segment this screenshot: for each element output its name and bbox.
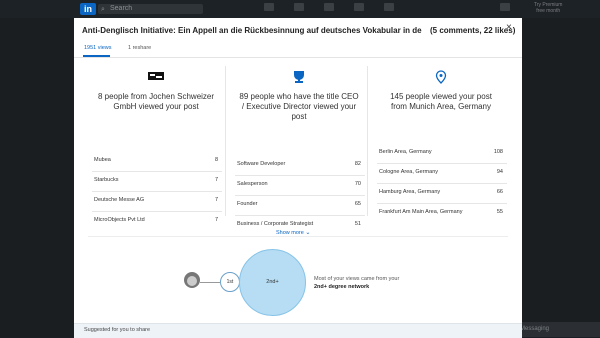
title-headline: 89 people who have the title CEO / Execu… — [239, 92, 359, 121]
list-item-label: Salesperson — [237, 181, 268, 187]
list-item: Hamburg Area, Germany 66 — [377, 184, 507, 204]
work-grid-icon[interactable] — [500, 3, 510, 11]
search-placeholder: Search — [110, 5, 133, 12]
list-item-value: 55 — [496, 209, 503, 215]
tab-views[interactable]: 1951 views — [84, 45, 112, 51]
list-item: Software Developer 82 — [235, 156, 365, 176]
location-headline: 145 people viewed your post from Munich … — [390, 92, 492, 111]
title-list: Software Developer 82 Salesperson 70 Found… — [235, 156, 365, 235]
company-list: Mubea 8 Starbucks 7 Deutsche Messe AG 7 Mic… — [92, 152, 222, 231]
company-headline: 8 people from Jochen Schweizer GmbH view… — [97, 92, 215, 111]
list-item: Founder 65 — [235, 196, 365, 216]
list-item-label: Starbucks — [94, 177, 119, 183]
show-more-button[interactable]: Show more ⌄ — [276, 229, 310, 236]
list-item-label: Software Developer — [237, 161, 286, 167]
list-item: Cologne Area, Germany 94 — [377, 164, 507, 184]
list-item: Starbucks 7 — [92, 172, 222, 192]
top-nav-bar: in ⌕ Search Try Premium free month — [0, 0, 600, 18]
show-more-label: Show more — [276, 230, 304, 236]
trophy-icon — [294, 71, 304, 83]
list-item-label: Business / Corporate Strategist — [237, 221, 314, 227]
column-divider — [367, 66, 368, 216]
list-item: Salesperson 70 — [235, 176, 365, 196]
list-item: Mubea 8 — [92, 152, 222, 172]
suggested-share-bar[interactable]: Suggested for you to share — [74, 323, 522, 338]
search-icon: ⌕ — [101, 6, 105, 13]
list-item-value: 7 — [214, 217, 218, 223]
location-column: 145 people viewed your post from Munich … — [371, 64, 511, 234]
messaging-label: Messaging — [520, 326, 550, 332]
title-column: 89 people who have the title CEO / Execu… — [229, 64, 369, 234]
location-list: Berlin Area, Germany 108 Cologne Area, Ge… — [377, 144, 507, 223]
company-logo-icon — [148, 72, 164, 80]
list-item: Frankfurt Am Main Area, Germany 55 — [377, 204, 507, 223]
column-divider — [225, 66, 226, 216]
notifications-icon[interactable] — [384, 3, 394, 11]
connector-line — [200, 282, 220, 283]
list-item-value: 66 — [496, 189, 503, 195]
list-item-value: 70 — [354, 181, 361, 187]
list-item-value: 94 — [496, 169, 503, 175]
list-item-label: Cologne Area, Germany — [379, 169, 439, 175]
list-item-value: 7 — [214, 177, 218, 183]
post-analytics-modal: Anti-Denglisch Initiative: Ein Appell an… — [74, 18, 522, 338]
list-item-value: 82 — [354, 161, 361, 167]
list-item-label: Founder — [237, 201, 258, 207]
avatar — [184, 272, 200, 288]
close-icon[interactable]: × — [506, 22, 512, 33]
first-degree-circle: 1st — [220, 272, 240, 292]
try-premium-link[interactable]: Try Premium free month — [534, 2, 562, 14]
network-icon[interactable] — [294, 3, 304, 11]
linkedin-logo[interactable]: in — [80, 3, 96, 15]
messaging-icon[interactable] — [354, 3, 364, 11]
section-divider — [88, 236, 508, 237]
home-icon[interactable] — [264, 3, 274, 11]
tab-reshares[interactable]: 1 reshare — [128, 45, 151, 51]
post-engagement-stats: (5 comments, 22 likes) — [430, 26, 516, 35]
list-item-label: Mubea — [94, 157, 111, 163]
list-item-label: Berlin Area, Germany — [379, 149, 432, 155]
list-item-value: 7 — [214, 197, 218, 203]
list-item-label: Frankfurt Am Main Area, Germany — [379, 209, 463, 215]
list-item-value: 8 — [214, 157, 218, 163]
list-item-value: 51 — [354, 221, 361, 227]
list-item: Deutsche Messe AG 7 — [92, 192, 222, 212]
network-note: Most of your views came from your 2nd+ d… — [314, 275, 454, 291]
list-item: MicroObjects Pvt Ltd 7 — [92, 212, 222, 231]
active-tab-indicator — [83, 55, 110, 57]
suggested-label: Suggested for you to share — [84, 327, 151, 333]
list-item-value: 65 — [354, 201, 361, 207]
list-item-value: 108 — [493, 149, 503, 155]
location-pin-icon — [435, 70, 447, 84]
network-note-text: Most of your views came from your — [314, 276, 400, 282]
list-item-label: Deutsche Messe AG — [94, 197, 145, 203]
analytics-tabs: 1951 views 1 reshare — [74, 43, 522, 58]
network-note-highlight: 2nd+ degree network — [314, 284, 370, 290]
search-input[interactable]: ⌕ Search — [98, 4, 203, 14]
second-degree-bubble: 2nd+ — [239, 249, 306, 316]
list-item-label: MicroObjects Pvt Ltd — [94, 217, 145, 223]
list-item: Berlin Area, Germany 108 — [377, 144, 507, 164]
chevron-down-icon: ⌄ — [305, 230, 311, 236]
list-item-label: Hamburg Area, Germany — [379, 189, 441, 195]
jobs-icon[interactable] — [324, 3, 334, 11]
post-title: Anti-Denglisch Initiative: Ein Appell an… — [82, 26, 422, 35]
company-column: 8 people from Jochen Schweizer GmbH view… — [86, 64, 226, 234]
